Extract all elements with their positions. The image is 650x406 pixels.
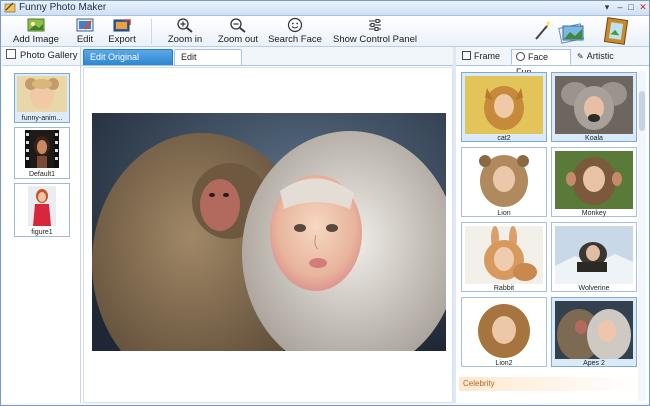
template-thumbnail (555, 76, 633, 134)
template-label: Apes 2 (583, 360, 605, 367)
gallery-item-label: funny-anim... (21, 115, 63, 122)
gallery-thumbnail (25, 130, 59, 168)
window-title: Funny Photo Maker (19, 2, 107, 13)
template-thumbnail (465, 301, 543, 359)
zoom-in-button[interactable]: Zoom in (165, 17, 205, 46)
add-image-icon (27, 18, 45, 32)
zoom-out-label: Zoom out (217, 34, 259, 45)
gallery-thumbnail (28, 186, 56, 226)
export-icon (113, 19, 131, 32)
smiley-icon (516, 52, 525, 61)
template-label: Koala (585, 135, 603, 142)
template-thumbnail (465, 226, 543, 284)
template-card[interactable]: Monkey (551, 147, 637, 217)
photo-gallery-panel: Photo Gallery funny-anim... Default1 fig… (2, 47, 81, 403)
scrollbar-thumb[interactable] (639, 91, 645, 131)
template-card[interactable]: Lion2 (461, 297, 547, 367)
magic-wand-icon (535, 21, 550, 40)
brush-icon: ✎ (577, 52, 584, 61)
template-label: Lion2 (495, 360, 513, 367)
gallery-icon (6, 49, 16, 59)
tab-edit-template[interactable]: Edit Template (174, 49, 242, 77)
template-card[interactable]: Apes 2 (551, 297, 637, 367)
gallery-item[interactable]: funny-anim... (14, 73, 70, 123)
frame-icon (462, 51, 471, 60)
gallery-item[interactable]: figure1 (14, 183, 70, 237)
maximize-button[interactable]: □ (625, 2, 637, 13)
image-canvas[interactable] (83, 67, 453, 403)
template-thumbnail (555, 301, 633, 359)
title-bar: Funny Photo Maker ▾ – □ ✕ (1, 1, 649, 16)
smiley-icon (287, 17, 303, 33)
export-label: Export (108, 34, 136, 45)
search-face-label: Search Face (268, 34, 322, 45)
tab-artistic[interactable]: ✎ Artistic (573, 49, 629, 65)
add-image-button[interactable]: Add Image (11, 17, 61, 46)
tab-face-fun[interactable]: Face Fun (511, 49, 571, 77)
template-card[interactable]: cat2 (461, 72, 547, 142)
add-image-label: Add Image (13, 34, 59, 45)
template-scrollbar[interactable] (638, 71, 646, 401)
template-label: Wolverine (578, 285, 610, 292)
gallery-item[interactable]: Default1 (14, 127, 70, 179)
zoom-out-button[interactable]: Zoom out (215, 17, 261, 46)
menu-button[interactable]: ▾ (601, 2, 613, 13)
template-card[interactable]: Koala (551, 72, 637, 142)
template-thumbnail (465, 151, 543, 209)
template-thumbnail (465, 76, 543, 134)
editor-area: Edit Original Image Edit Template (81, 47, 453, 403)
gallery-item-label: figure1 (31, 229, 53, 236)
gallery-header: Photo Gallery (2, 47, 80, 66)
template-thumbnail (555, 226, 633, 284)
gallery-header-label: Photo Gallery (20, 50, 78, 61)
app-window: Funny Photo Maker ▾ – □ ✕ Add Image Edit (0, 0, 650, 406)
editor-tabs: Edit Original Image Edit Template (81, 47, 453, 77)
template-card[interactable]: Rabbit (461, 222, 547, 292)
show-control-panel-label: Show Control Panel (333, 34, 417, 45)
template-label: cat2 (497, 135, 511, 142)
toolbar: Add Image Edit Export Zoom in Zoom out S… (1, 16, 649, 47)
gallery-thumbnail (17, 76, 67, 112)
edited-photo[interactable] (92, 113, 446, 351)
sliders-icon (369, 19, 381, 31)
photo-stack-icon (558, 23, 585, 44)
zoom-in-icon (177, 18, 193, 33)
template-card[interactable]: Lion (461, 147, 547, 217)
gallery-item-label: Default1 (28, 171, 56, 178)
close-button[interactable]: ✕ (637, 2, 649, 13)
search-face-button[interactable]: Search Face (267, 17, 323, 46)
tab-artistic-label: Artistic (586, 51, 614, 61)
template-card[interactable]: Wolverine (551, 222, 637, 292)
zoom-out-icon (230, 18, 246, 33)
template-thumbnail (555, 151, 633, 209)
tab-frame[interactable]: Frame (458, 49, 510, 65)
template-label: Monkey (581, 210, 607, 217)
template-label: Rabbit (493, 285, 515, 292)
celebrity-section-header[interactable]: Celebrity (459, 377, 637, 391)
edit-label: Edit (76, 34, 94, 45)
export-button[interactable]: Export (106, 17, 138, 46)
edit-button[interactable]: Edit (71, 17, 99, 46)
tab-frame-label: Frame (474, 51, 501, 61)
zoom-in-label: Zoom in (167, 34, 203, 45)
toolbar-separator (151, 19, 152, 44)
show-control-panel-button[interactable]: Show Control Panel (332, 17, 418, 46)
edit-icon (76, 18, 94, 32)
template-panel: Frame Face Fun ✎Artistic cat2 (456, 47, 649, 403)
picture-frame-icon (603, 17, 629, 45)
app-icon (4, 2, 16, 13)
tab-edit-original-image[interactable]: Edit Original Image (83, 49, 173, 77)
template-label: Lion (497, 210, 511, 217)
template-tabs: Frame Face Fun ✎Artistic (456, 47, 649, 77)
